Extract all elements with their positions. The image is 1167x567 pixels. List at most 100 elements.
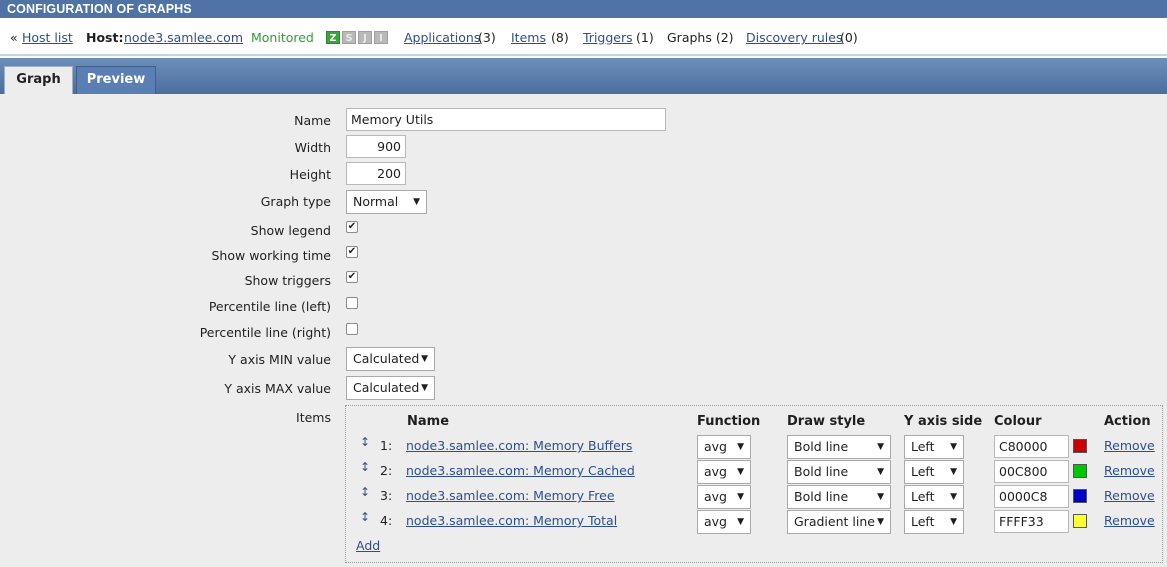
draw-style-value: Gradient line — [794, 514, 875, 529]
y-axis-side-select[interactable]: Left ▼ — [904, 510, 964, 534]
chevron-down-icon: ▼ — [413, 197, 420, 207]
function-select[interactable]: avg ▼ — [697, 485, 751, 509]
chevron-down-icon: ▼ — [950, 517, 957, 527]
y-axis-max-value: Calculated — [353, 380, 420, 395]
triggers-link[interactable]: Triggers — [583, 30, 633, 45]
drag-handle-icon[interactable]: ↕ — [360, 435, 370, 449]
y-axis-max-label: Y axis MAX value — [224, 381, 331, 396]
percentile-left-label: Percentile line (left) — [208, 299, 331, 314]
graph-type-select[interactable]: Normal ▼ — [346, 190, 427, 214]
height-input[interactable]: 200 — [346, 162, 406, 185]
y-axis-min-label: Y axis MIN value — [228, 352, 331, 367]
colour-input[interactable]: 00C800 — [994, 460, 1069, 483]
drag-handle-icon[interactable]: ↕ — [360, 510, 370, 524]
graphs-current: Graphs (2) — [667, 30, 734, 45]
tab-bar — [0, 58, 1167, 94]
colour-swatch[interactable] — [1073, 514, 1087, 528]
column-header-name: Name — [407, 414, 450, 429]
remove-link[interactable]: Remove — [1104, 488, 1155, 503]
width-label: Width — [294, 140, 331, 155]
y-axis-side-value: Left — [911, 489, 935, 504]
items-label: Items — [296, 410, 331, 425]
colour-swatch[interactable] — [1073, 464, 1087, 478]
applications-count: (3) — [478, 30, 496, 45]
back-chevron-icon: « — [10, 30, 18, 45]
tab-preview[interactable]: Preview — [76, 66, 156, 94]
function-value: avg — [704, 464, 727, 479]
y-axis-min-value: Calculated — [353, 351, 420, 366]
width-input[interactable]: 900 — [346, 135, 406, 158]
function-select[interactable]: avg ▼ — [697, 460, 751, 484]
colour-input[interactable]: FFFF33 — [994, 510, 1069, 533]
drag-handle-icon[interactable]: ↕ — [360, 460, 370, 474]
page-title: CONFIGURATION OF GRAPHS — [0, 0, 1167, 18]
row-number: 1: — [380, 438, 393, 453]
column-header-action: Action — [1104, 414, 1151, 429]
jmx-availability-icon: J — [358, 31, 372, 44]
applications-link[interactable]: Applications — [404, 30, 480, 45]
host-name-link[interactable]: node3.samlee.com — [124, 30, 243, 45]
host-navigation-bar: « Host list Host: node3.samlee.com Monit… — [0, 18, 1167, 56]
y-axis-side-select[interactable]: Left ▼ — [904, 485, 964, 509]
show-legend-label: Show legend — [250, 223, 331, 238]
y-axis-side-value: Left — [911, 439, 935, 454]
row-number: 3: — [380, 488, 393, 503]
items-link[interactable]: Items — [511, 30, 546, 45]
remove-link[interactable]: Remove — [1104, 513, 1155, 528]
draw-style-select[interactable]: Gradient line ▼ — [787, 510, 891, 534]
row-number: 4: — [380, 513, 393, 528]
draw-style-select[interactable]: Bold line ▼ — [787, 460, 891, 484]
height-label: Height — [289, 167, 331, 182]
colour-input[interactable]: C80000 — [994, 435, 1069, 458]
discovery-count: (0) — [840, 30, 858, 45]
colour-input[interactable]: 0000C8 — [994, 485, 1069, 508]
discovery-rules-link[interactable]: Discovery rules — [746, 30, 842, 45]
item-name-link[interactable]: node3.samlee.com: Memory Total — [406, 513, 617, 528]
y-axis-side-select[interactable]: Left ▼ — [904, 460, 964, 484]
remove-link[interactable]: Remove — [1104, 438, 1155, 453]
show-working-time-checkbox[interactable]: ✔ — [346, 246, 358, 258]
y-axis-max-select[interactable]: Calculated ▼ — [346, 376, 435, 400]
show-working-time-label: Show working time — [211, 248, 332, 263]
function-value: avg — [704, 489, 727, 504]
function-select[interactable]: avg ▼ — [697, 435, 751, 459]
show-triggers-label: Show triggers — [244, 273, 331, 288]
host-label: Host: — [86, 30, 124, 45]
add-item-link[interactable]: Add — [356, 538, 380, 553]
percentile-left-checkbox[interactable] — [346, 297, 358, 309]
name-label: Name — [294, 113, 331, 128]
chevron-down-icon: ▼ — [950, 442, 957, 452]
function-value: avg — [704, 439, 727, 454]
function-value: avg — [704, 514, 727, 529]
chevron-down-icon: ▼ — [877, 517, 884, 527]
chevron-down-icon: ▼ — [737, 517, 744, 527]
item-name-link[interactable]: node3.samlee.com: Memory Free — [406, 488, 615, 503]
draw-style-value: Bold line — [794, 464, 849, 479]
y-axis-min-select[interactable]: Calculated ▼ — [346, 347, 435, 371]
chevron-down-icon: ▼ — [877, 467, 884, 477]
colour-swatch[interactable] — [1073, 439, 1087, 453]
name-input[interactable]: Memory Utils — [346, 108, 666, 131]
graph-form: Name Memory Utils Width 900 Height 200 G… — [0, 94, 1167, 567]
remove-link[interactable]: Remove — [1104, 463, 1155, 478]
item-name-link[interactable]: node3.samlee.com: Memory Buffers — [406, 438, 632, 453]
drag-handle-icon[interactable]: ↕ — [360, 485, 370, 499]
snmp-availability-icon: S — [342, 31, 356, 44]
show-legend-checkbox[interactable]: ✔ — [346, 221, 358, 233]
item-name-link[interactable]: node3.samlee.com: Memory Cached — [406, 463, 635, 478]
show-triggers-checkbox[interactable]: ✔ — [346, 271, 358, 283]
draw-style-select[interactable]: Bold line ▼ — [787, 485, 891, 509]
column-header-colour: Colour — [994, 414, 1042, 429]
function-select[interactable]: avg ▼ — [697, 510, 751, 534]
row-number: 2: — [380, 463, 393, 478]
percentile-right-checkbox[interactable] — [346, 323, 358, 335]
y-axis-side-select[interactable]: Left ▼ — [904, 435, 964, 459]
draw-style-select[interactable]: Bold line ▼ — [787, 435, 891, 459]
graph-type-value: Normal — [353, 194, 399, 209]
chevron-down-icon: ▼ — [877, 442, 884, 452]
tab-graph[interactable]: Graph — [4, 66, 73, 94]
host-list-link[interactable]: Host list — [22, 30, 73, 45]
colour-swatch[interactable] — [1073, 489, 1087, 503]
chevron-down-icon: ▼ — [737, 442, 744, 452]
y-axis-side-value: Left — [911, 464, 935, 479]
